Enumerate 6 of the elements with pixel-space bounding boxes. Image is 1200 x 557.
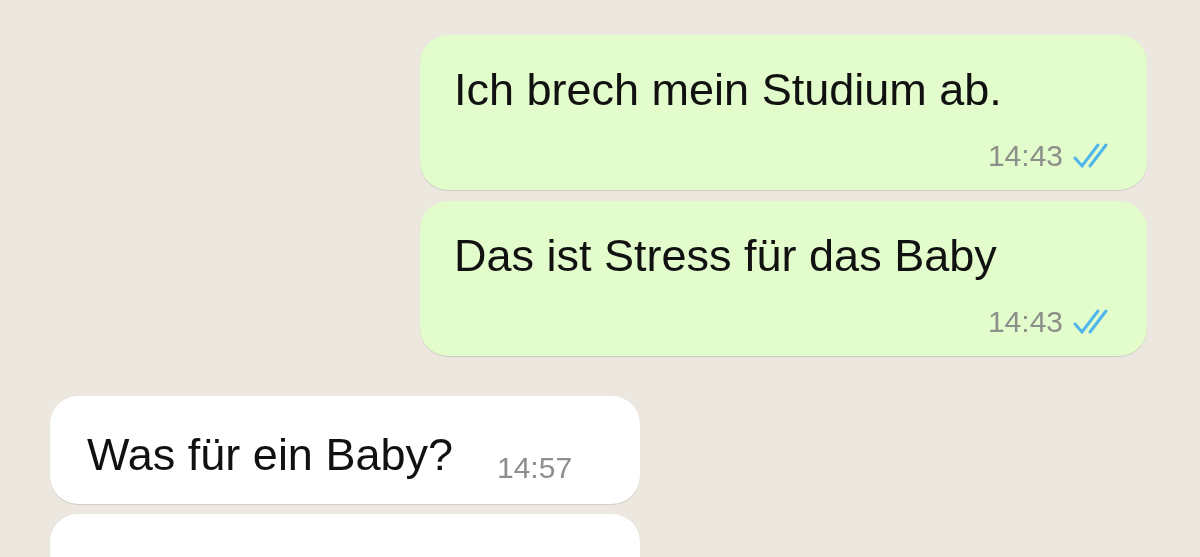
message-time: 14:57 [497,450,573,486]
message-time: 14:43 [987,138,1063,174]
message-text: Das ist Stress für das Baby [454,229,998,283]
message-text: Was für ein Baby? [87,428,453,482]
message-time: 14:43 [987,304,1063,340]
message-text: Ich brech mein Studium ab. [454,63,1003,117]
